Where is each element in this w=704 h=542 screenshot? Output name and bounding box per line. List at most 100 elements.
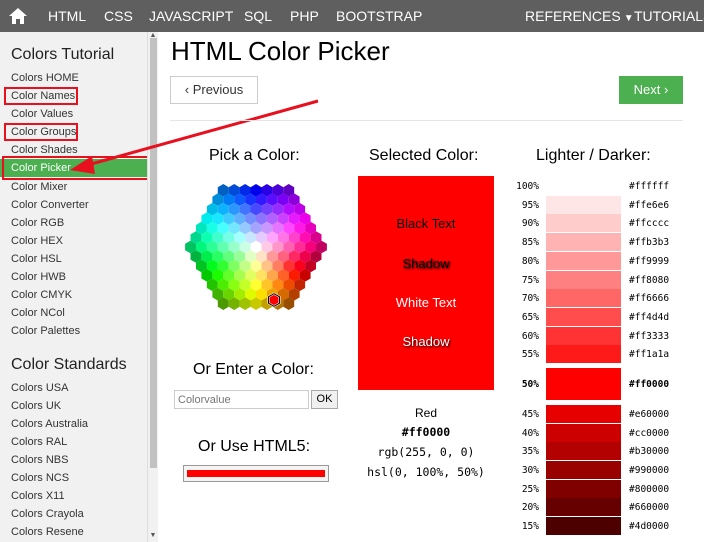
color-value-input[interactable]: [174, 390, 309, 409]
shade-hex: #ffffff: [629, 181, 670, 192]
sidebar-item-color-cmyk[interactable]: Color CMYK: [11, 288, 72, 302]
shade-swatch[interactable]: [546, 196, 621, 214]
sidebar-item-colors-crayola[interactable]: Colors Crayola: [11, 507, 84, 521]
html5-color-input[interactable]: [183, 465, 329, 482]
shade-row[interactable]: 20% #660000: [514, 498, 684, 517]
shade-swatch[interactable]: [546, 424, 621, 442]
sidebar-item-color-hwb[interactable]: Color HWB: [11, 270, 66, 284]
shade-hex: #ff0000: [629, 379, 670, 390]
shade-row[interactable]: 75% #ff8080: [514, 271, 684, 290]
enter-color-label: Or Enter a Color:: [193, 361, 314, 378]
previous-button[interactable]: ‹ Previous: [170, 76, 258, 104]
sidebar-item-color-hex[interactable]: Color HEX: [11, 234, 63, 248]
chevron-right-icon: ›: [660, 82, 669, 97]
sidebar-item-colors-ral[interactable]: Colors RAL: [11, 435, 67, 449]
sidebar-item-colors-resene[interactable]: Colors Resene: [11, 525, 84, 539]
sidebar-item-color-shades[interactable]: Color Shades: [11, 143, 78, 157]
shade-swatch[interactable]: [546, 405, 621, 423]
shade-row[interactable]: 100% #ffffff: [514, 177, 684, 196]
highlight-box-color-names: [4, 87, 78, 105]
nav-css[interactable]: CSS: [104, 8, 133, 24]
shade-swatch[interactable]: [546, 480, 621, 498]
sidebar-item-color-ncol[interactable]: Color NCol: [11, 306, 65, 320]
shade-swatch[interactable]: [546, 517, 621, 535]
sidebar-item-colors-uk[interactable]: Colors UK: [11, 399, 61, 413]
next-button[interactable]: Next ›: [619, 76, 683, 104]
shade-swatch[interactable]: [546, 498, 621, 516]
sidebar-item-colors-home[interactable]: Colors HOME: [11, 71, 79, 85]
shade-hex: #4d0000: [629, 521, 670, 532]
nav-php[interactable]: PHP: [290, 8, 319, 24]
color-hsl-value: hsl(0, 100%, 50%): [367, 465, 485, 479]
shade-percent: 40%: [521, 428, 539, 439]
shade-row[interactable]: 40% #cc0000: [514, 424, 684, 443]
color-hex-value: #ff0000: [401, 425, 451, 439]
sidebar-item-color-palettes[interactable]: Color Palettes: [11, 324, 80, 338]
nav-references[interactable]: REFERENCES ▼: [525, 8, 634, 24]
sidebar-item-colors-x11[interactable]: Colors X11: [11, 489, 65, 503]
divider: [170, 120, 683, 121]
sidebar-item-colors-australia[interactable]: Colors Australia: [11, 417, 88, 431]
shade-swatch[interactable]: [546, 308, 621, 326]
scrollbar-thumb[interactable]: [150, 38, 157, 468]
nav-sql[interactable]: SQL: [244, 8, 272, 24]
shade-row[interactable]: 95% #ffe6e6: [514, 196, 684, 215]
shade-swatch[interactable]: [546, 214, 621, 232]
nav-html[interactable]: HTML: [48, 8, 86, 24]
shade-row[interactable]: 45% #e60000: [514, 405, 684, 424]
sidebar-item-colors-ncs[interactable]: Colors NCS: [11, 471, 69, 485]
home-icon[interactable]: [6, 4, 30, 28]
shade-row[interactable]: 65% #ff4d4d: [514, 308, 684, 327]
nav-javascript[interactable]: JAVASCRIPT: [149, 8, 233, 24]
shade-swatch[interactable]: [546, 271, 621, 289]
scroll-down-icon[interactable]: ▼: [148, 532, 158, 539]
sidebar-scrollbar[interactable]: ▲ ▼: [147, 32, 158, 542]
shade-swatch[interactable]: [546, 252, 621, 270]
shade-hex: #800000: [629, 484, 670, 495]
color-hexagon-map[interactable]: [168, 172, 344, 322]
shade-swatch[interactable]: [546, 327, 621, 345]
white-shadow-sample: Shadow: [402, 334, 450, 349]
shade-row[interactable]: 25% #800000: [514, 480, 684, 499]
shade-hex: #ffcccc: [629, 218, 670, 229]
shade-swatch[interactable]: [546, 289, 621, 307]
shade-percent: 45%: [521, 409, 539, 420]
black-text-sample: Black Text: [396, 216, 456, 231]
sidebar-item-color-hsl[interactable]: Color HSL: [11, 252, 62, 266]
shade-percent: 55%: [521, 349, 539, 360]
sidebar-item-colors-usa[interactable]: Colors USA: [11, 381, 68, 395]
shade-swatch[interactable]: [546, 368, 621, 400]
shade-swatch[interactable]: [546, 461, 621, 479]
sidebar-item-color-mixer[interactable]: Color Mixer: [11, 180, 67, 194]
nav-bootstrap[interactable]: BOOTSTRAP: [336, 8, 422, 24]
shade-swatch[interactable]: [546, 233, 621, 251]
previous-label: Previous: [192, 82, 244, 97]
sidebar-item-color-rgb[interactable]: Color RGB: [11, 216, 64, 230]
color-rgb-value: rgb(255, 0, 0): [377, 445, 475, 459]
shade-row[interactable]: 15% #4d0000: [514, 517, 684, 536]
shade-percent: 50%: [521, 379, 539, 390]
shade-row[interactable]: 80% #ff9999: [514, 252, 684, 271]
shade-row[interactable]: 55% #ff1a1a: [514, 345, 684, 364]
sidebar-item-colors-nbs[interactable]: Colors NBS: [11, 453, 68, 467]
shade-row[interactable]: 60% #ff3333: [514, 327, 684, 346]
shade-swatch[interactable]: [546, 177, 621, 195]
sidebar-item-color-converter[interactable]: Color Converter: [11, 198, 89, 212]
nav-tutorials[interactable]: TUTORIALS: [634, 8, 704, 24]
shade-swatch[interactable]: [546, 345, 621, 363]
shade-percent: 90%: [521, 218, 539, 229]
shade-hex: #ff4d4d: [629, 312, 670, 323]
shade-percent: 85%: [521, 237, 539, 248]
shade-swatch[interactable]: [546, 442, 621, 460]
shade-row[interactable]: 35% #b30000: [514, 442, 684, 461]
shade-row[interactable]: 90% #ffcccc: [514, 214, 684, 233]
shade-percent: 25%: [521, 484, 539, 495]
sidebar-item-color-values[interactable]: Color Values: [11, 107, 73, 121]
shade-row[interactable]: 70% #ff6666: [514, 289, 684, 308]
shade-hex: #ffe6e6: [629, 200, 670, 211]
html5-label: Or Use HTML5:: [198, 438, 311, 455]
shade-row[interactable]: 85% #ffb3b3: [514, 233, 684, 252]
shade-row[interactable]: 50% #ff0000: [514, 368, 684, 400]
shade-row[interactable]: 30% #990000: [514, 461, 684, 480]
ok-button[interactable]: OK: [311, 390, 338, 409]
